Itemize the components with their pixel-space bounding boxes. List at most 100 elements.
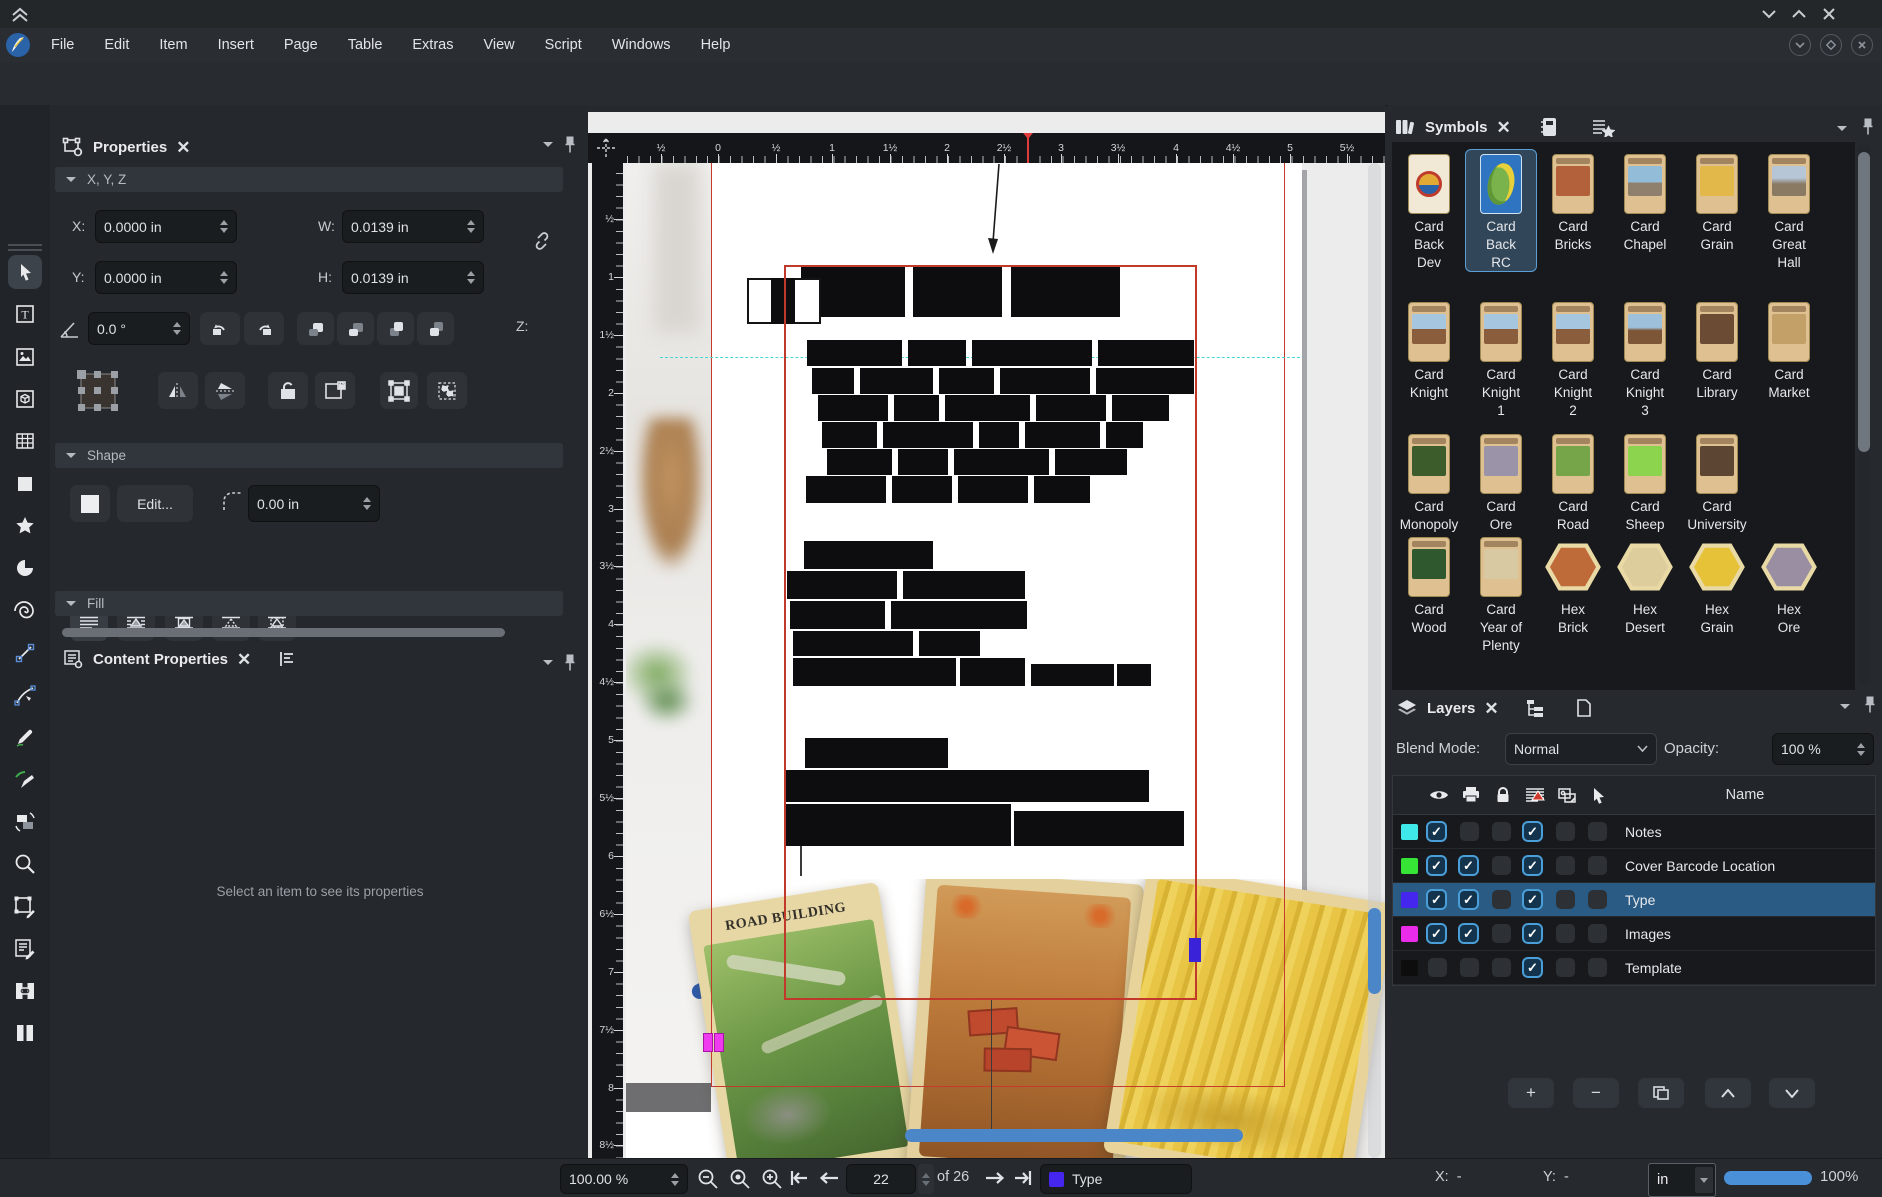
blend-mode-select[interactable]: Normal <box>1505 733 1657 765</box>
rotate-cw-button[interactable] <box>244 312 284 345</box>
layer-row[interactable]: ✓✓✓Images <box>1393 917 1875 951</box>
render-frame-tool-icon[interactable] <box>8 382 42 416</box>
level-up-button[interactable] <box>297 312 334 345</box>
layer-row[interactable]: ✓✓Notes <box>1393 815 1875 849</box>
symbol-item[interactable]: Hex Brick <box>1538 533 1608 637</box>
symbol-item[interactable]: Card Year of Plenty <box>1466 533 1536 654</box>
symbol-item[interactable]: Card Knight 2 <box>1538 298 1608 419</box>
symbol-item[interactable]: Card Sheep <box>1610 430 1680 534</box>
layer-checkbox[interactable] <box>1588 856 1607 875</box>
toolbox-handle[interactable] <box>8 249 42 251</box>
menu-item[interactable]: File <box>36 37 89 53</box>
link-wh-chain-icon[interactable] <box>530 228 554 254</box>
layer-checkbox[interactable]: ✓ <box>1524 891 1541 908</box>
zoom-in-icon[interactable] <box>760 1167 784 1191</box>
vertical-ruler[interactable]: ½11½22½33½44½55½66½77½88½ <box>592 163 623 1158</box>
first-page-icon[interactable] <box>788 1168 810 1188</box>
close-icon[interactable]: ✕ <box>1484 700 1498 717</box>
rotate-tool-icon[interactable] <box>8 805 42 839</box>
group-button[interactable] <box>380 372 418 409</box>
symbol-item[interactable]: Hex Desert <box>1610 533 1680 637</box>
zoom-tool-icon[interactable] <box>8 847 42 881</box>
menu-item[interactable]: Windows <box>597 37 686 53</box>
edit-contents-tool-icon[interactable] <box>8 890 42 924</box>
layers-pin-icon[interactable] <box>1864 696 1876 714</box>
image-frame-tool-icon[interactable] <box>8 340 42 374</box>
minimize-button[interactable] <box>1760 7 1778 21</box>
freehand-tool-icon[interactable] <box>8 720 42 754</box>
symbol-item[interactable]: Card Ore <box>1466 430 1536 534</box>
layer-checkbox[interactable] <box>1492 890 1511 909</box>
layer-checkbox[interactable] <box>1492 924 1511 943</box>
menu-item[interactable]: Item <box>144 37 202 53</box>
layer-checkbox[interactable]: ✓ <box>1428 925 1445 942</box>
layer-checkbox[interactable] <box>1588 958 1607 977</box>
section-xyz[interactable]: X, Y, Z <box>55 167 563 192</box>
layer-checkbox[interactable] <box>1556 856 1575 875</box>
layer-checkbox[interactable]: ✓ <box>1524 823 1541 840</box>
anchor-point-selector[interactable] <box>73 366 123 416</box>
menu-item[interactable]: View <box>468 37 529 53</box>
layer-row[interactable]: ✓✓✓Type <box>1393 883 1875 917</box>
symbol-item[interactable]: Card Market <box>1754 298 1824 402</box>
layer-color-swatch[interactable] <box>1401 926 1418 942</box>
layer-page-icon[interactable] <box>1575 698 1593 718</box>
level-down-button[interactable] <box>337 312 374 345</box>
symbol-item[interactable]: Card Library <box>1682 298 1752 402</box>
layer-checkbox[interactable]: ✓ <box>1460 925 1477 942</box>
rotate-ccw-button[interactable] <box>200 312 240 345</box>
w-input[interactable]: 0.0139 in <box>342 210 484 243</box>
layer-row[interactable]: ✓Template <box>1393 951 1875 985</box>
symbol-item[interactable]: Card Wood <box>1394 533 1464 637</box>
shape-edit-button[interactable]: Edit... <box>117 485 193 522</box>
menu-item[interactable]: Edit <box>89 37 144 53</box>
zoom-default-icon[interactable] <box>728 1167 752 1191</box>
layer-checkbox[interactable] <box>1588 822 1607 841</box>
bezier-tool-icon[interactable] <box>8 678 42 712</box>
shape-tool-icon[interactable] <box>8 467 42 501</box>
flip-vertical-button[interactable] <box>205 372 245 409</box>
opacity-input[interactable]: 100 % <box>1772 733 1874 765</box>
close-icon[interactable]: ✕ <box>237 651 251 668</box>
symbols-scrollbar-thumb[interactable] <box>1858 152 1870 452</box>
symbol-item[interactable]: Card Great Hall <box>1754 150 1824 271</box>
section-fill[interactable]: Fill <box>55 591 563 616</box>
toolbox-handle[interactable] <box>8 244 42 246</box>
lock-button[interactable] <box>268 372 308 409</box>
select-tool-icon[interactable] <box>8 255 42 289</box>
layer-color-swatch[interactable] <box>1401 824 1418 840</box>
menu-item[interactable]: Page <box>269 37 333 53</box>
h-input[interactable]: 0.0139 in <box>342 261 484 294</box>
layer-checkbox[interactable] <box>1460 958 1479 977</box>
page-number-input[interactable]: 22 <box>846 1164 916 1194</box>
layer-color-swatch[interactable] <box>1401 960 1418 976</box>
text-frame-tool-icon[interactable]: T <box>8 297 42 331</box>
last-page-icon[interactable] <box>1012 1168 1034 1188</box>
layer-checkbox[interactable] <box>1556 822 1575 841</box>
polygon-tool-icon[interactable] <box>8 509 42 543</box>
symbol-item[interactable]: Card Back Dev <box>1394 150 1464 271</box>
symbol-item[interactable]: Card Bricks <box>1538 150 1608 254</box>
symbol-item[interactable]: Hex Ore <box>1754 533 1824 637</box>
link-frames-tool-icon[interactable] <box>8 974 42 1008</box>
menu-item[interactable]: Script <box>530 37 597 53</box>
story-editor-tool-icon[interactable] <box>8 932 42 966</box>
symbol-item[interactable]: Card Road <box>1538 430 1608 534</box>
layer-checkbox[interactable]: ✓ <box>1524 959 1541 976</box>
menu-item[interactable]: Help <box>686 37 746 53</box>
symbols-collapse-icon[interactable] <box>1835 124 1849 134</box>
layer-row[interactable]: ✓✓✓Cover Barcode Location <box>1393 849 1875 883</box>
level-bottom-button[interactable] <box>417 312 454 345</box>
content-flow-icon[interactable] <box>277 649 297 669</box>
ruler-origin-icon[interactable] <box>588 133 623 163</box>
menubar-close-icon[interactable] <box>1851 34 1873 56</box>
layer-checkbox[interactable]: ✓ <box>1428 891 1445 908</box>
close-icon[interactable]: ✕ <box>176 139 190 156</box>
x-input[interactable]: 0.0000 in <box>95 210 237 243</box>
menu-item[interactable]: Insert <box>203 37 269 53</box>
remove-layer-button[interactable]: − <box>1573 1078 1619 1108</box>
symbols-pin-icon[interactable] <box>1862 118 1874 136</box>
level-top-button[interactable] <box>377 312 414 345</box>
table-tool-icon[interactable] <box>8 424 42 458</box>
add-layer-button[interactable]: + <box>1508 1078 1554 1108</box>
